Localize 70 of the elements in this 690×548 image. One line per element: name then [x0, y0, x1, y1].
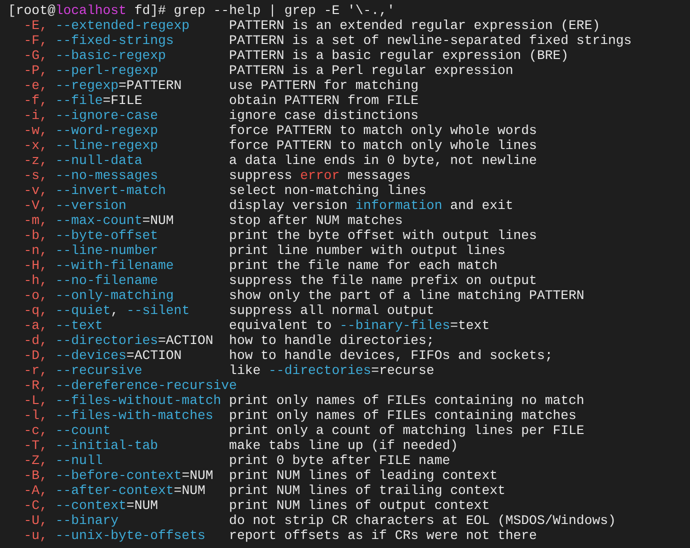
option-description: how to handle devices, FIFOs and sockets; [229, 348, 553, 363]
option-description: print NUM lines of trailing context [229, 483, 506, 498]
option-description: force PATTERN to match only whole words [229, 123, 537, 138]
option-flags: -i, --ignore-case [24, 108, 159, 123]
option-description: print NUM lines of leading context [229, 468, 498, 483]
option-description: PATTERN is a set of newline-separated fixed strings [229, 33, 632, 48]
option-flags: -D, --devices=ACTION [24, 348, 183, 363]
option-description: like --directories=recurse [229, 363, 434, 378]
option-description: print line number with output lines [229, 243, 506, 258]
option-description: print the byte offset with output lines [229, 228, 537, 243]
option-flags: -U, --binary [24, 513, 120, 528]
option-flags: -V, --version [24, 198, 128, 213]
option-flags: -H, --with-filename [24, 258, 175, 273]
option-flags: -q, --quiet, --silent [24, 303, 191, 318]
option-description: PATTERN is an extended regular expression (ERE) [229, 18, 600, 33]
option-description: print the file name for each match [229, 258, 498, 273]
option-flags: -b, --byte-offset [24, 228, 159, 243]
option-flags: -a, --text [24, 318, 104, 333]
option-flags: -T, --initial-tab [24, 438, 159, 453]
option-flags: -B, --before-context=NUM [24, 468, 214, 483]
option-description: equivalent to --binary-files=text [229, 318, 490, 333]
option-flags: -x, --line-regexp [24, 138, 159, 153]
option-description: PATTERN is a Perl regular expression [229, 63, 514, 78]
option-description: stop after NUM matches [229, 213, 403, 228]
prompt-line: [root@localhost fd]# grep --help | grep -E '\-.,' [8, 3, 395, 18]
option-flags: -d, --directories=ACTION [24, 333, 214, 348]
option-flags: -A, --after-context=NUM [24, 483, 206, 498]
option-description: a data line ends in 0 byte, not newline [229, 153, 537, 168]
option-flags: -c, --count [24, 423, 112, 438]
option-flags: -C, --context=NUM [24, 498, 160, 513]
option-description: do not strip CR characters at EOL (MSDOS/Windows) [229, 513, 616, 528]
option-flags: -Z, --null [24, 453, 104, 468]
option-flags: -n, --line-number [24, 243, 159, 258]
option-description: select non-matching lines [229, 183, 426, 198]
option-flags: -s, --no-messages [24, 168, 159, 183]
option-description: suppress all normal output [229, 303, 434, 318]
option-flags: -e, --regexp=PATTERN [24, 78, 183, 93]
option-description: suppress error messages [229, 168, 411, 183]
option-description: PATTERN is a basic regular expression (BRE) [229, 48, 569, 63]
option-flags: -f, --file=FILE [24, 93, 144, 108]
option-description: show only the part of a line matching PATTERN [229, 288, 584, 303]
option-description: display version information and exit [229, 198, 514, 213]
option-description: force PATTERN to match only whole lines [229, 138, 537, 153]
option-description: how to handle directories; [229, 333, 434, 348]
option-description: suppress the file name prefix on output [229, 273, 537, 288]
option-description: print NUM lines of output context [229, 498, 490, 513]
option-description: make tabs line up (if needed) [229, 438, 458, 453]
option-flags: -P, --perl-regexp [24, 63, 159, 78]
option-flags: -G, --basic-regexp [24, 48, 167, 63]
option-description: print 0 byte after FILE name [229, 453, 450, 468]
option-description: obtain PATTERN from FILE [229, 93, 419, 108]
option-description: print only names of FILEs containing no match [229, 393, 584, 408]
option-flags: -z, --null-data [24, 153, 144, 168]
option-flags: -l, --files-with-matches [24, 408, 214, 423]
option-flags: -w, --word-regexp [24, 123, 159, 138]
option-description: use PATTERN for matching [229, 78, 419, 93]
option-flags: -R, --dereference-recursive [24, 378, 237, 393]
option-flags: -L, --files-without-match [24, 393, 222, 408]
option-flags: -o, --only-matching [24, 288, 175, 303]
option-flags: -m, --max-count=NUM [24, 213, 175, 228]
option-flags: -h, --no-filename [24, 273, 159, 288]
option-flags: -E, --extended-regexp [24, 18, 191, 33]
option-description: report offsets as if CRs were not there [229, 528, 537, 543]
option-flags: -u, --unix-byte-offsets [24, 528, 206, 543]
option-flags: -F, --fixed-strings [24, 33, 175, 48]
option-flags: -r, --recursive [24, 363, 144, 378]
option-description: ignore case distinctions [229, 108, 419, 123]
option-flags: -v, --invert-match [24, 183, 167, 198]
option-description: print only a count of matching lines per FILE [229, 423, 584, 438]
option-description: print only names of FILEs containing matches [229, 408, 576, 423]
